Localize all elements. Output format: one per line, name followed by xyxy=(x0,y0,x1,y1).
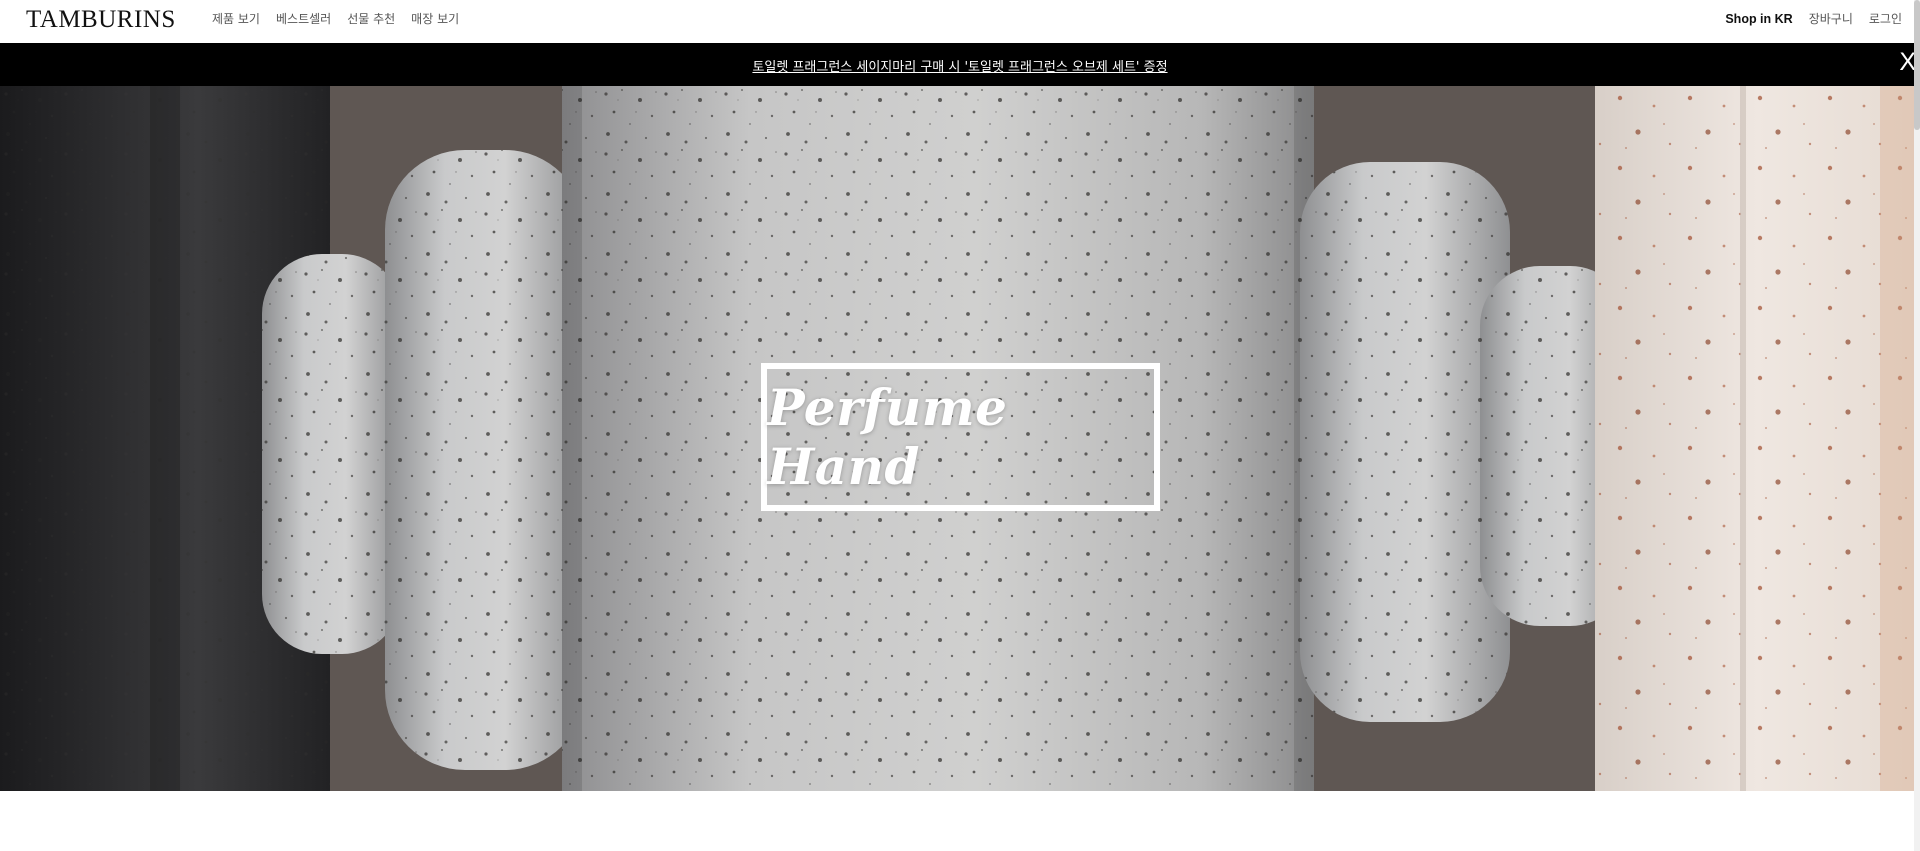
hero-title-frame[interactable]: Perfume Hand xyxy=(761,363,1160,511)
nav-item-gift[interactable]: 선물 추천 xyxy=(347,10,395,27)
scrollbar-thumb[interactable] xyxy=(1914,0,1920,130)
hero-title: Perfume Hand xyxy=(767,378,1008,496)
hero-section: Perfume Hand xyxy=(0,86,1920,791)
nav-item-bestseller[interactable]: 베스트셀러 xyxy=(276,10,331,27)
site-header: TAMBURINS 제품 보기 베스트셀러 선물 추천 매장 보기 Shop i… xyxy=(0,0,1920,43)
utility-nav: Shop in KR 장바구니 로그인 xyxy=(1725,10,1902,27)
cart-link[interactable]: 장바구니 xyxy=(1809,10,1853,27)
promo-banner-text[interactable]: 토일렛 프래그런스 세이지마리 구매 시 '토일렛 프래그런스 오브제 세트' … xyxy=(0,56,1920,75)
main-nav: 제품 보기 베스트셀러 선물 추천 매장 보기 xyxy=(212,10,459,27)
nav-item-stores[interactable]: 매장 보기 xyxy=(411,10,459,27)
shop-region-link[interactable]: Shop in KR xyxy=(1725,12,1792,26)
page-scrollbar[interactable] xyxy=(1914,0,1920,851)
brand-logo[interactable]: TAMBURINS xyxy=(26,6,176,34)
promo-banner: 토일렛 프래그런스 세이지마리 구매 시 '토일렛 프래그런스 오브제 세트' … xyxy=(0,43,1920,86)
nav-item-products[interactable]: 제품 보기 xyxy=(212,10,260,27)
login-link[interactable]: 로그인 xyxy=(1869,10,1902,27)
